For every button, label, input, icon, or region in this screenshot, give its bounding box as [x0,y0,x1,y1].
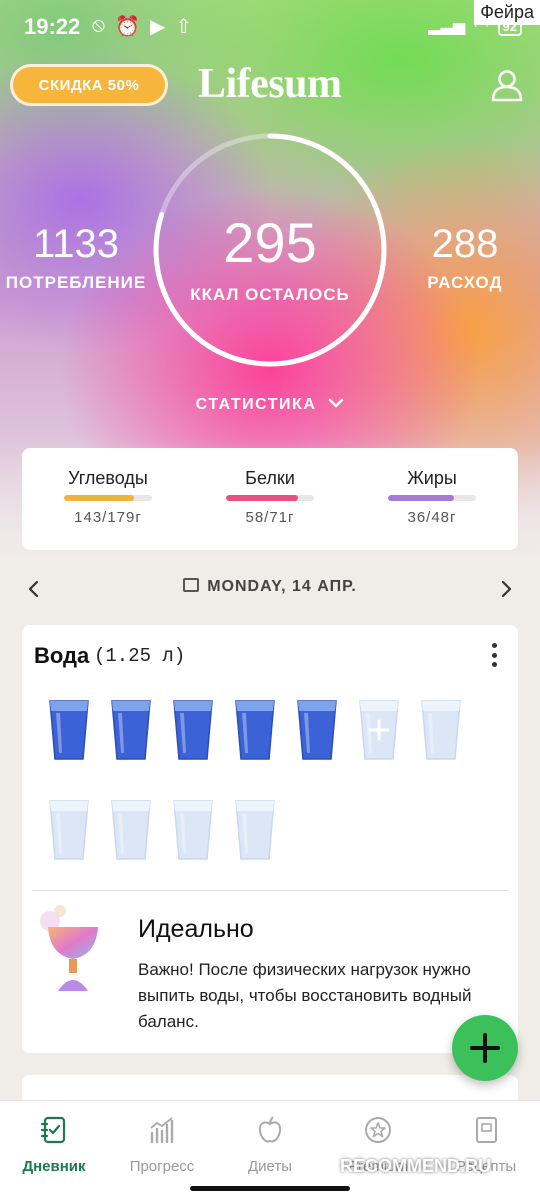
trophy-icon [40,905,98,991]
nav-tab-label: Диеты [247,1158,293,1175]
diary-icon [40,1116,66,1144]
muted-icon: ⦸ [92,14,106,36]
previous-day-button[interactable] [18,574,48,604]
date-label: MONDAY, 14 АПР. [207,578,357,595]
water-glass-empty[interactable] [48,799,90,861]
macro-protein: Белки 58/71г [210,468,330,526]
star-icon [365,1117,391,1143]
macro-name: Белки [245,468,295,488]
macro-progress-fill [226,495,299,501]
nav-tab-label: Прогресс [129,1158,195,1175]
promo-discount-button[interactable]: СКИДКА 50% [10,64,168,106]
watermark-site: RECOMMEND.RU [340,1156,491,1176]
water-tip-title: Идеально [138,915,254,943]
statistics-toggle[interactable]: СТАТИСТИКА [170,396,370,414]
progress-chart-icon [150,1117,174,1144]
divider [32,890,508,891]
chevron-down-icon [329,398,344,408]
macro-progress-bar [226,495,314,501]
signal-icon: ▂▃▅ [428,18,466,35]
water-glass-empty[interactable] [234,799,276,861]
calendar-icon [183,578,200,592]
macro-progress-fill [64,495,135,501]
app-logo: Lifesum [198,61,342,107]
plus-icon [470,1033,500,1063]
macro-progress-fill [388,495,454,501]
home-indicator[interactable] [190,1186,350,1191]
macro-name: Углеводы [68,468,148,488]
water-glass-filled[interactable] [296,699,338,761]
water-glass-filled[interactable] [110,699,152,761]
more-options-icon[interactable] [484,641,504,669]
water-glass-add[interactable] [358,699,400,761]
nav-tab-progress[interactable]: Прогресс [108,1115,216,1175]
macro-progress-bar [64,495,152,501]
upload-icon: ⇧ [175,16,193,38]
status-bar: 19:22 ⦸ ⏰ ▶ ⇧ ▂▃▅ ◠ 92 Фейра [0,0,540,58]
alarm-icon: ⏰ [115,16,140,38]
watermark-author: Фейра [474,0,540,25]
water-tracker-card: Вода (1.25 л) Идеально Важно! После физи… [22,625,518,1053]
burned-label: РАСХОД [427,273,503,292]
water-glass-empty[interactable] [110,799,152,861]
water-glass-filled[interactable] [48,699,90,761]
date-navigator: MONDAY, 14 АПР. [0,570,540,606]
water-glass-filled[interactable] [234,699,276,761]
remaining-kcal-label: ККАЛ ОСТАЛОСЬ [190,285,350,304]
macro-carbs: Углеводы 143/179г [48,468,168,526]
date-picker[interactable]: MONDAY, 14 АПР. [140,578,400,596]
youtube-icon: ▶ [149,16,166,38]
water-amount: (1.25 л) [94,645,186,667]
water-glass-filled[interactable] [172,699,214,761]
nav-tab-diets[interactable]: Диеты [216,1115,324,1175]
macro-progress-bar [388,495,476,501]
macro-fat: Жиры 36/48г [372,468,492,526]
macro-value: 143/179г [74,509,142,526]
water-tip-text: Важно! После физических нагрузок нужно в… [138,960,472,1031]
macro-name: Жиры [407,468,457,488]
recipe-book-icon [476,1117,497,1143]
macro-value: 58/71г [245,509,295,526]
apple-icon [258,1116,282,1143]
profile-icon[interactable] [490,68,524,102]
next-day-button[interactable] [492,574,522,604]
water-title: Вода [34,643,90,668]
remaining-kcal-value: 295 [223,211,317,274]
chevron-right-icon [501,580,512,598]
water-glass-empty[interactable] [172,799,214,861]
status-time: 19:22 [24,14,81,39]
statistics-label: СТАТИСТИКА [195,396,317,413]
macro-value: 36/48г [407,509,457,526]
burned-value: 288 [431,222,499,266]
water-glass-empty[interactable] [420,699,462,761]
nav-tab-label: Дневник [22,1158,86,1175]
status-notification-icons: ⦸ ⏰ ▶ ⇧ [92,14,192,39]
bottom-navigation: Дневник Прогресс Диеты Premium Рецепты [0,1100,540,1200]
nav-tab-diary[interactable]: Дневник [0,1115,108,1175]
chevron-left-icon [28,580,39,598]
add-entry-button[interactable] [452,1015,518,1081]
eaten-value: 1133 [32,222,119,266]
eaten-label: ПОТРЕБЛЕНИЕ [5,273,147,292]
macros-card[interactable]: Углеводы 143/179г Белки 58/71г Жиры 36/4… [22,448,518,550]
